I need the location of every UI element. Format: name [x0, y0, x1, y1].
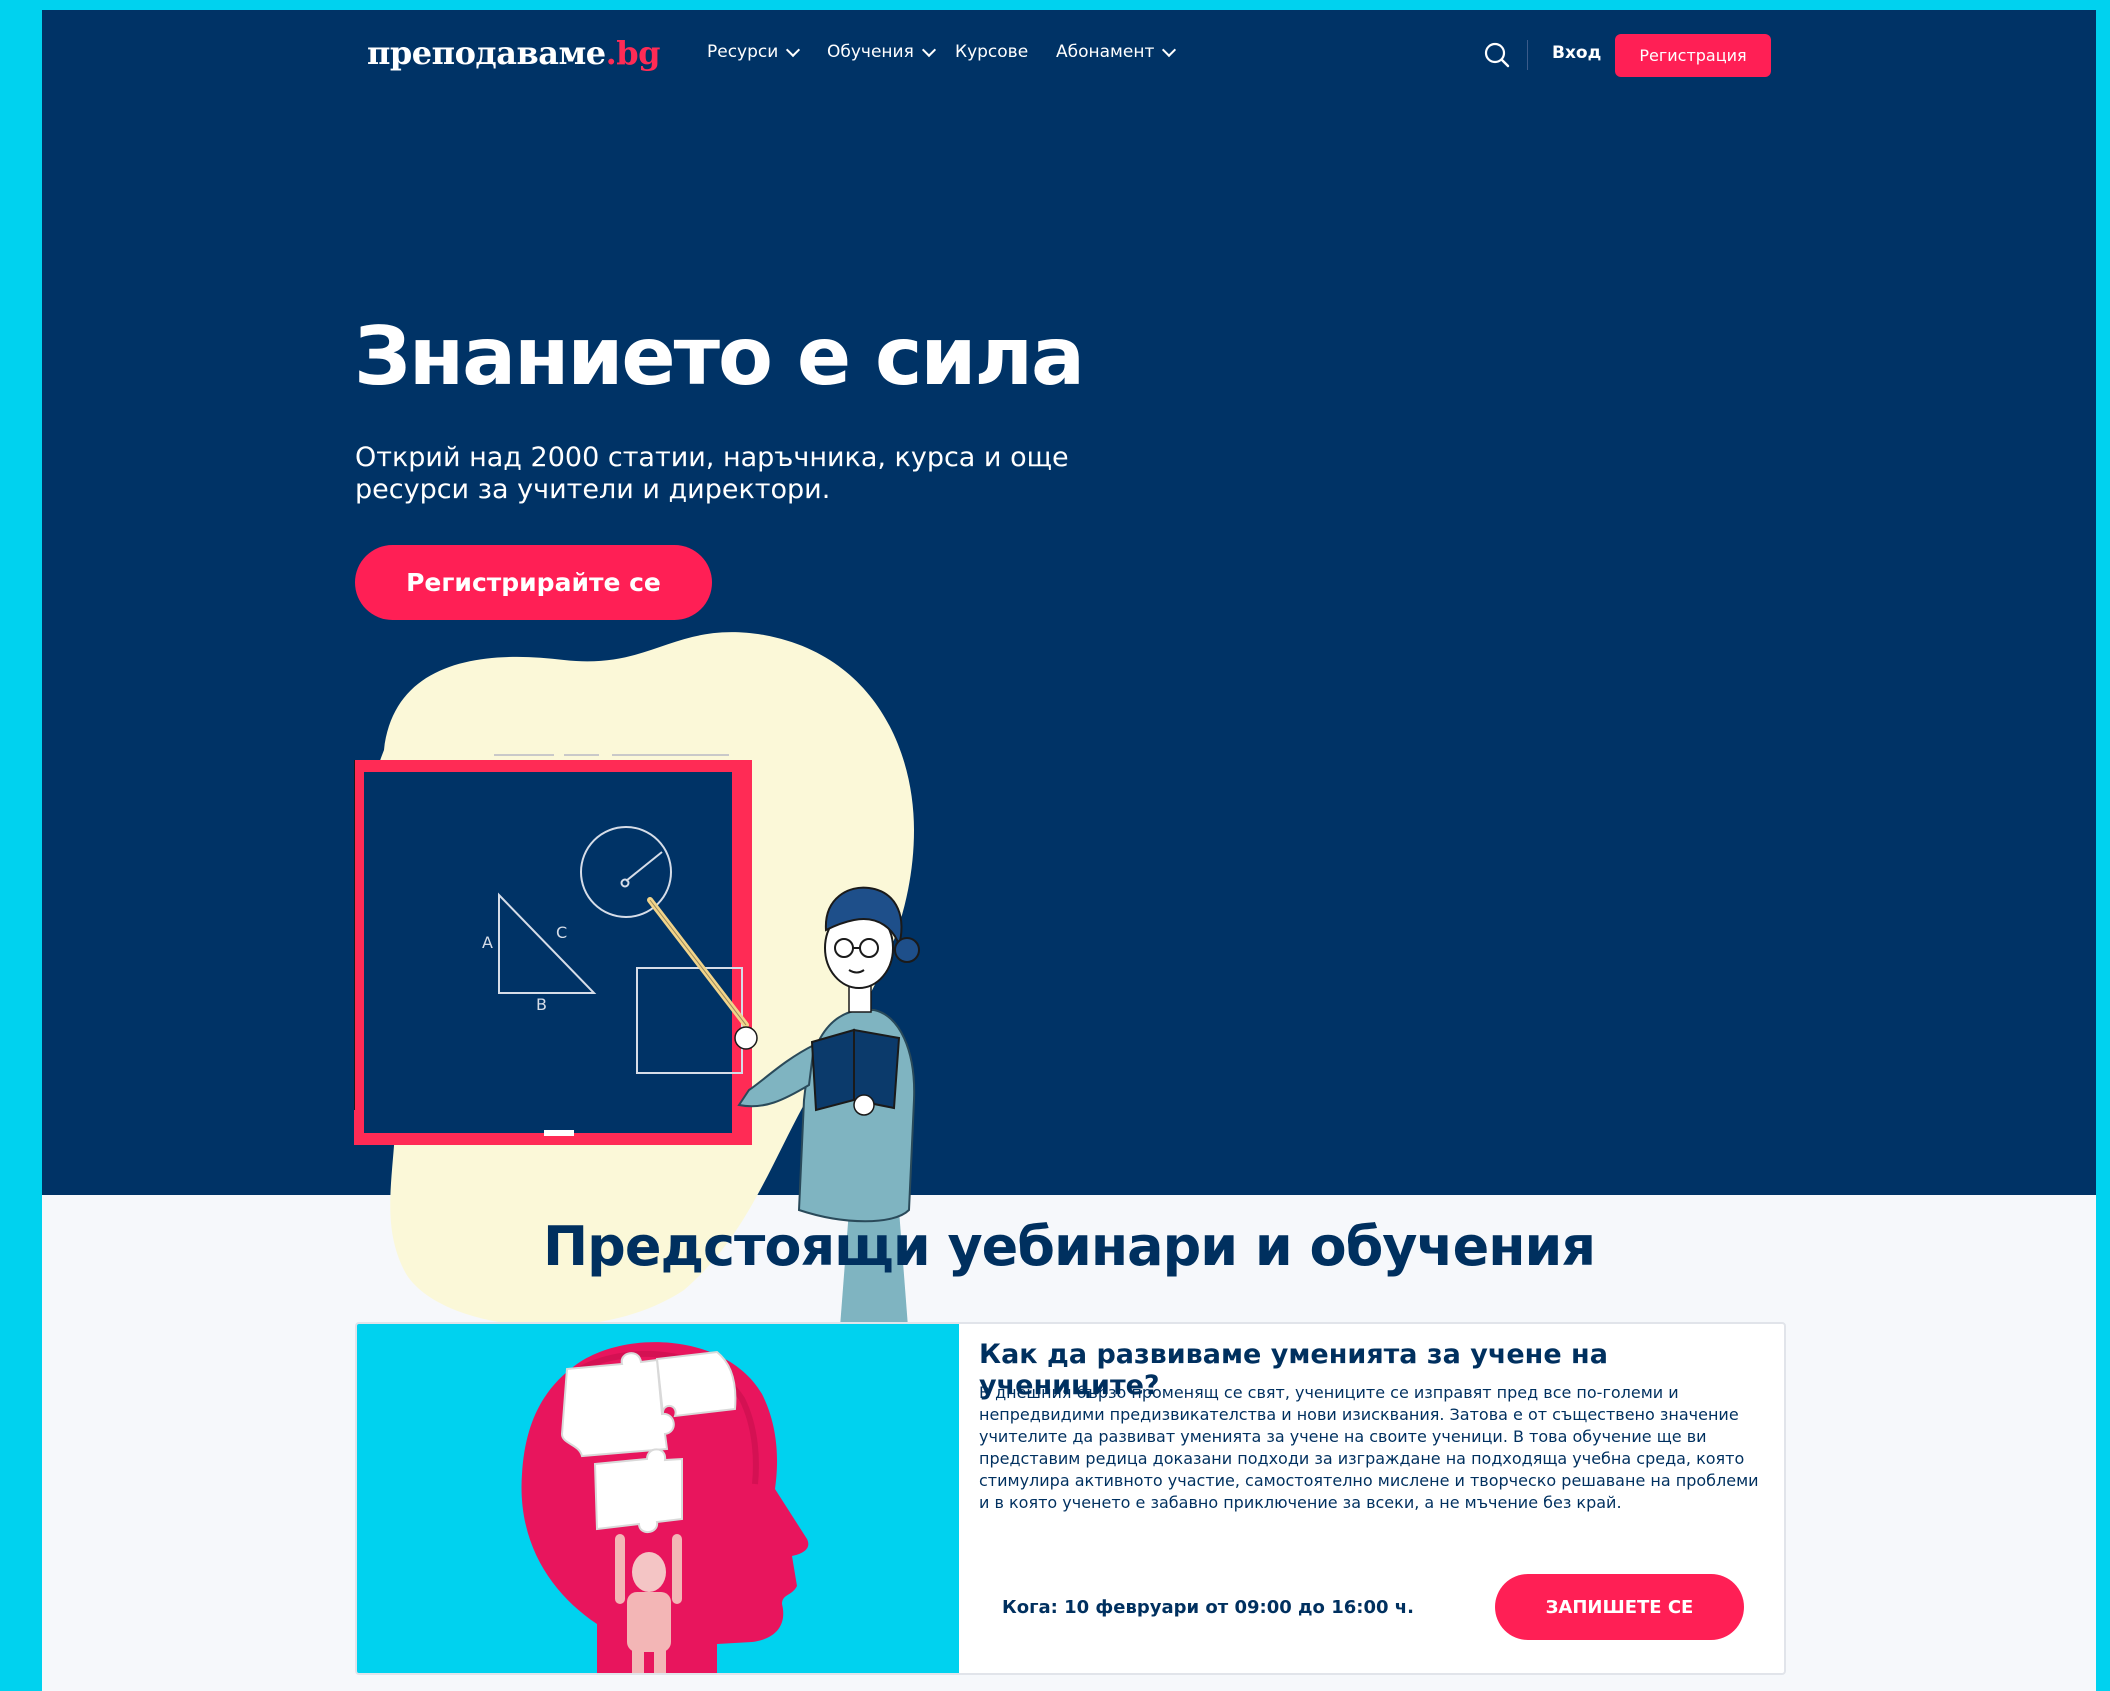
nav-item-label: Обучения [827, 42, 914, 62]
webinar-description: В днешния бързо променящ се свят, учениц… [979, 1383, 1759, 1512]
nav-item-label: Ресурси [707, 42, 779, 62]
label-b: B [536, 995, 547, 1014]
webinar-card: Как да развиваме уменията за учене на уч… [355, 1322, 1786, 1675]
logo-text: преподаваме [367, 34, 606, 72]
nav-item-label: Курсове [955, 42, 1029, 62]
chevron-down-icon [921, 42, 936, 57]
webinar-date: Кога: 10 февруари от 09:00 до 16:00 ч. [1002, 1597, 1414, 1618]
hero-register-button[interactable]: Регистрирайте се [355, 545, 712, 620]
chevron-down-icon [1162, 42, 1177, 57]
hero-subtitle: Открий над 2000 статии, наръчника, курса… [355, 442, 1069, 505]
nav-item-trainings[interactable]: Обучения [827, 42, 936, 62]
nav-item-subscription[interactable]: Абонамент [1056, 42, 1177, 62]
section-title: Предстоящи уебинари и обучения [542, 1215, 1596, 1278]
page: преподаваме.bg Ресурси Обучения Курсове … [42, 10, 2096, 1691]
register-button[interactable]: Регистрация [1615, 34, 1771, 77]
site-logo[interactable]: преподаваме.bg [367, 34, 661, 72]
label-a: A [482, 933, 493, 952]
top-navigation: преподаваме.bg Ресурси Обучения Курсове … [42, 10, 2096, 100]
webinar-image [357, 1324, 959, 1673]
signup-button[interactable]: ЗАПИШЕТЕ СЕ [1495, 1574, 1744, 1640]
nav-item-label: Абонамент [1056, 42, 1155, 62]
login-link[interactable]: Вход [1552, 43, 1601, 63]
nav-item-courses[interactable]: Курсове [955, 42, 1028, 62]
chevron-down-icon [786, 42, 801, 57]
logo-tld: .bg [605, 34, 661, 72]
nav-item-resources[interactable]: Ресурси [707, 42, 801, 62]
search-icon[interactable] [1482, 40, 1512, 70]
hero-title: Знанието е сила [354, 310, 1085, 403]
nav-divider [1527, 40, 1528, 70]
label-c: C [556, 923, 567, 942]
